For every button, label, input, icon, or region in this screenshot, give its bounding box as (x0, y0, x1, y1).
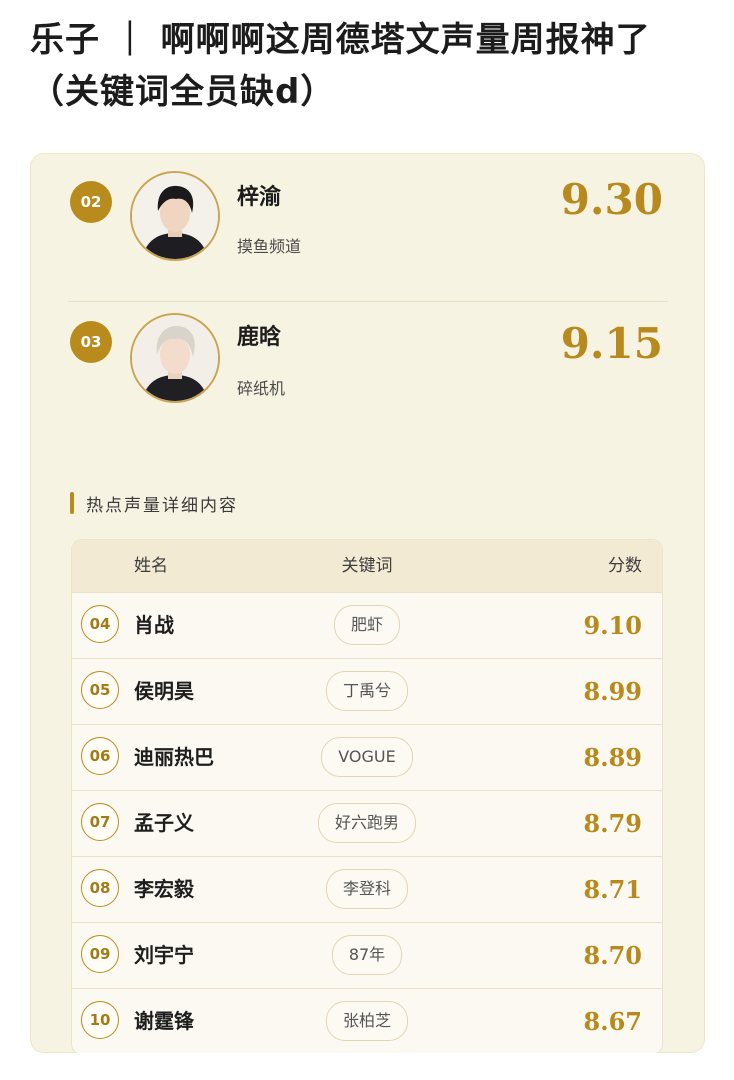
avatar-portrait-icon (132, 315, 218, 401)
column-header-score: 分数 (608, 556, 642, 576)
row-score: 8.79 (583, 809, 642, 838)
divider (68, 301, 668, 302)
column-header-keyword: 关键词 (341, 556, 393, 576)
entry-score: 9.30 (560, 175, 663, 224)
ranking-card: 02 梓渝 摸鱼频道 9.30 03 鹿晗 碎纸机 9.15 热点声量详细内容 … (30, 153, 705, 1053)
keyword-pill[interactable]: VOGUE (321, 737, 413, 777)
entry-name: 鹿晗 (237, 325, 282, 350)
rank-badge: 02 (70, 181, 112, 223)
table-row[interactable]: 05 侯明昊 丁禹兮 8.99 (72, 658, 662, 724)
rank-badge: 03 (70, 321, 112, 363)
keyword-pill[interactable]: 丁禹兮 (325, 671, 408, 711)
row-score: 8.89 (583, 743, 642, 772)
post-title: 乐子 ｜ 啊啊啊这周德塔文声量周报神了（关键词全员缺d） (30, 20, 651, 112)
section-title: 热点声量详细内容 (86, 495, 238, 516)
table-row[interactable]: 06 迪丽热巴 VOGUE 8.89 (72, 724, 662, 790)
section-header: 热点声量详细内容 (70, 490, 238, 516)
detail-table: 姓名 关键词 分数 04 肖战 肥虾 9.10 05 侯明昊 丁禹兮 8.99 … (72, 540, 662, 1053)
row-score: 8.67 (583, 1007, 642, 1036)
table-header: 姓名 关键词 分数 (72, 540, 662, 592)
top-entry[interactable]: 02 梓渝 摸鱼频道 9.30 (30, 161, 705, 291)
row-score: 8.70 (583, 941, 642, 970)
table-row[interactable]: 08 李宏毅 李登科 8.71 (72, 856, 662, 922)
keyword-pill[interactable]: 李登科 (325, 869, 408, 909)
table-row[interactable]: 04 肖战 肥虾 9.10 (72, 592, 662, 658)
entry-score: 9.15 (560, 319, 663, 368)
row-score: 9.10 (583, 611, 642, 640)
entry-keyword: 碎纸机 (237, 379, 286, 398)
table-row[interactable]: 07 孟子义 好六跑男 8.79 (72, 790, 662, 856)
keyword-pill[interactable]: 张柏芝 (325, 1001, 408, 1041)
keyword-pill[interactable]: 87年 (331, 935, 403, 975)
keyword-pill[interactable]: 肥虾 (333, 605, 400, 645)
page: 乐子 ｜ 啊啊啊这周德塔文声量周报神了（关键词全员缺d） 02 梓渝 摸鱼频道 … (0, 0, 734, 1080)
row-score: 8.71 (583, 875, 642, 904)
keyword-pill[interactable]: 好六跑男 (317, 803, 416, 843)
table-row[interactable]: 10 谢霆锋 张柏芝 8.67 (72, 988, 662, 1053)
avatar (130, 171, 220, 261)
top-entry[interactable]: 03 鹿晗 碎纸机 9.15 (30, 313, 705, 443)
section-accent-bar (70, 492, 74, 514)
avatar (130, 313, 220, 403)
entry-name: 梓渝 (237, 185, 282, 210)
entry-keyword: 摸鱼频道 (237, 237, 302, 256)
row-score: 8.99 (583, 677, 642, 706)
table-row[interactable]: 09 刘宇宁 87年 8.70 (72, 922, 662, 988)
avatar-portrait-icon (132, 173, 218, 259)
